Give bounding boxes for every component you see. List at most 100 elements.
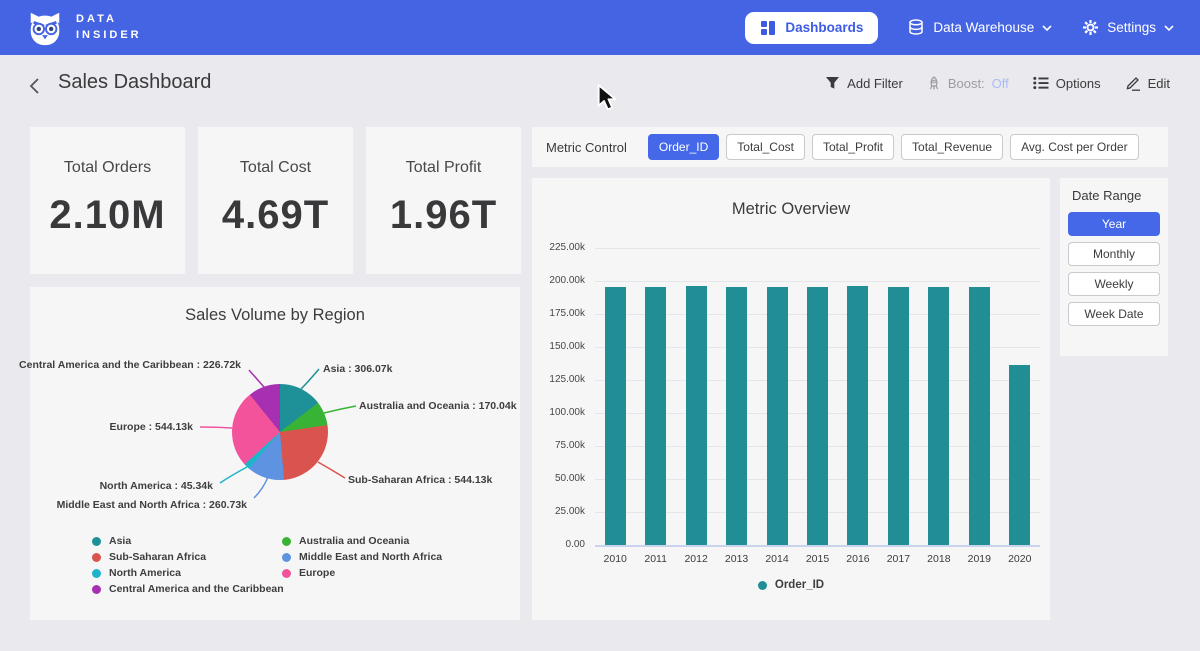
kpi-value: 2.10M [30,193,185,238]
pie-chart[interactable] [232,384,328,480]
x-tick-label: 2015 [798,553,838,565]
bar[interactable] [969,287,990,545]
bar[interactable] [605,287,626,545]
bar-chart-card: Metric Overview 225.00k200.00k175.00k150… [532,178,1050,620]
x-tick-label: 2014 [757,553,797,565]
x-tick-label: 2013 [717,553,757,565]
y-tick-label: 75.00k [525,440,585,451]
pie-slice-label-middle-east-north-africa: Middle East and North Africa : 260.73k [57,499,247,511]
bar[interactable] [928,287,949,545]
date-range-year-button[interactable]: Year [1068,212,1160,236]
back-chevron-icon [28,77,41,95]
add-filter-button[interactable]: Add Filter [825,76,903,91]
date-range-weekly-button[interactable]: Weekly [1068,272,1160,296]
nav-dashboards-button[interactable]: Dashboards [745,12,878,44]
nav-settings[interactable]: Settings [1082,19,1174,36]
gridline [595,545,1040,547]
bar[interactable] [686,286,707,545]
pie-legend-item[interactable]: North America [92,565,284,581]
legend-swatch [92,585,101,594]
pie-slice-label-europe: Europe : 544.13k [110,421,193,433]
nav-settings-label: Settings [1107,20,1156,35]
pie-legend-item[interactable]: Central America and the Caribbean [92,581,284,597]
chevron-down-icon [1164,25,1174,31]
date-range-monthly-button[interactable]: Monthly [1068,242,1160,266]
chevron-down-icon [1042,25,1052,31]
dashboard-grid-icon [760,20,776,36]
bar[interactable] [888,287,909,545]
kpi-value: 4.69T [198,193,353,238]
brand-name: DATA INSIDER [76,12,142,44]
y-tick-label: 0.00 [525,539,585,550]
pie-legend-item[interactable]: Europe [282,565,442,581]
metric-button-order-id[interactable]: Order_ID [648,134,719,160]
bar[interactable] [767,287,788,545]
legend-label: North America [109,567,181,579]
bar-legend-swatch [758,581,767,590]
legend-swatch [92,569,101,578]
x-tick-label: 2010 [595,553,635,565]
list-options-icon [1033,76,1049,90]
x-tick-label: 2016 [838,553,878,565]
options-button[interactable]: Options [1033,76,1101,91]
x-tick-label: 2020 [1000,553,1040,565]
pie-slice-label-australia-oceania: Australia and Oceania : 170.04k [359,400,517,412]
gear-icon [1082,19,1099,36]
x-tick-label: 2017 [878,553,918,565]
legend-label: Asia [109,535,131,547]
pie-slice-label-north-america: North America : 45.34k [100,480,213,492]
y-tick-label: 225.00k [525,242,585,253]
pie-legend-item[interactable]: Middle East and North Africa [282,549,442,565]
legend-swatch [282,553,291,562]
filter-funnel-icon [825,76,840,90]
pie-slice-label-sub-saharan-africa: Sub-Saharan Africa : 544.13k [348,474,492,486]
bar[interactable] [726,287,747,545]
x-tick-label: 2018 [919,553,959,565]
y-tick-label: 100.00k [525,407,585,418]
page-header: Sales Dashboard Add Filter Boost: Off [0,55,1200,115]
bar[interactable] [847,286,868,545]
boost-label: Boost: [948,76,985,91]
metric-control-bar: Metric Control Order_ID Total_Cost Total… [532,127,1168,167]
x-tick-label: 2012 [676,553,716,565]
pie-legend-item[interactable]: Asia [92,533,284,549]
date-range-week-date-button[interactable]: Week Date [1068,302,1160,326]
legend-label: Australia and Oceania [299,535,409,547]
nav-data-warehouse-label: Data Warehouse [933,20,1034,35]
bar[interactable] [807,287,828,545]
bar[interactable] [645,287,666,545]
back-button[interactable] [28,77,41,100]
metric-control-label: Metric Control [546,140,627,155]
brand-logo[interactable]: DATA INSIDER [26,9,142,47]
boost-toggle[interactable]: Boost: Off [927,76,1009,91]
y-tick-label: 200.00k [525,275,585,286]
options-label: Options [1056,76,1101,91]
top-navbar: DATA INSIDER Dashboards Data Warehou [0,0,1200,55]
metric-button-total-cost[interactable]: Total_Cost [726,134,805,160]
database-icon [908,19,925,36]
nav-data-warehouse[interactable]: Data Warehouse [908,19,1052,36]
add-filter-label: Add Filter [847,76,903,91]
legend-label: Central America and the Caribbean [109,583,284,595]
header-toolbar: Add Filter Boost: Off Options [825,75,1170,91]
legend-label: Middle East and North Africa [299,551,442,563]
legend-swatch [282,569,291,578]
boost-state: Off [992,76,1009,91]
rocket-icon [927,76,941,91]
pie-legend-item[interactable]: Sub-Saharan Africa [92,549,284,565]
metric-button-total-profit[interactable]: Total_Profit [812,134,894,160]
pie-legend-col-2: Australia and Oceania Middle East and Nor… [282,533,442,581]
bar[interactable] [1009,365,1030,545]
nav-dashboards-label: Dashboards [785,20,863,35]
legend-swatch [92,553,101,562]
pie-legend-item[interactable]: Australia and Oceania [282,533,442,549]
bar-plot: 225.00k200.00k175.00k150.00k125.00k100.0… [595,248,1040,545]
gridline [595,248,1040,249]
y-tick-label: 175.00k [525,308,585,319]
metric-button-total-revenue[interactable]: Total_Revenue [901,134,1003,160]
edit-button[interactable]: Edit [1125,75,1170,91]
bar-chart-title: Metric Overview [532,178,1050,219]
bar-chart-legend[interactable]: Order_ID [532,579,1050,591]
metric-button-avg-cost-per-order[interactable]: Avg. Cost per Order [1010,134,1139,160]
owl-logo-icon [26,9,64,47]
